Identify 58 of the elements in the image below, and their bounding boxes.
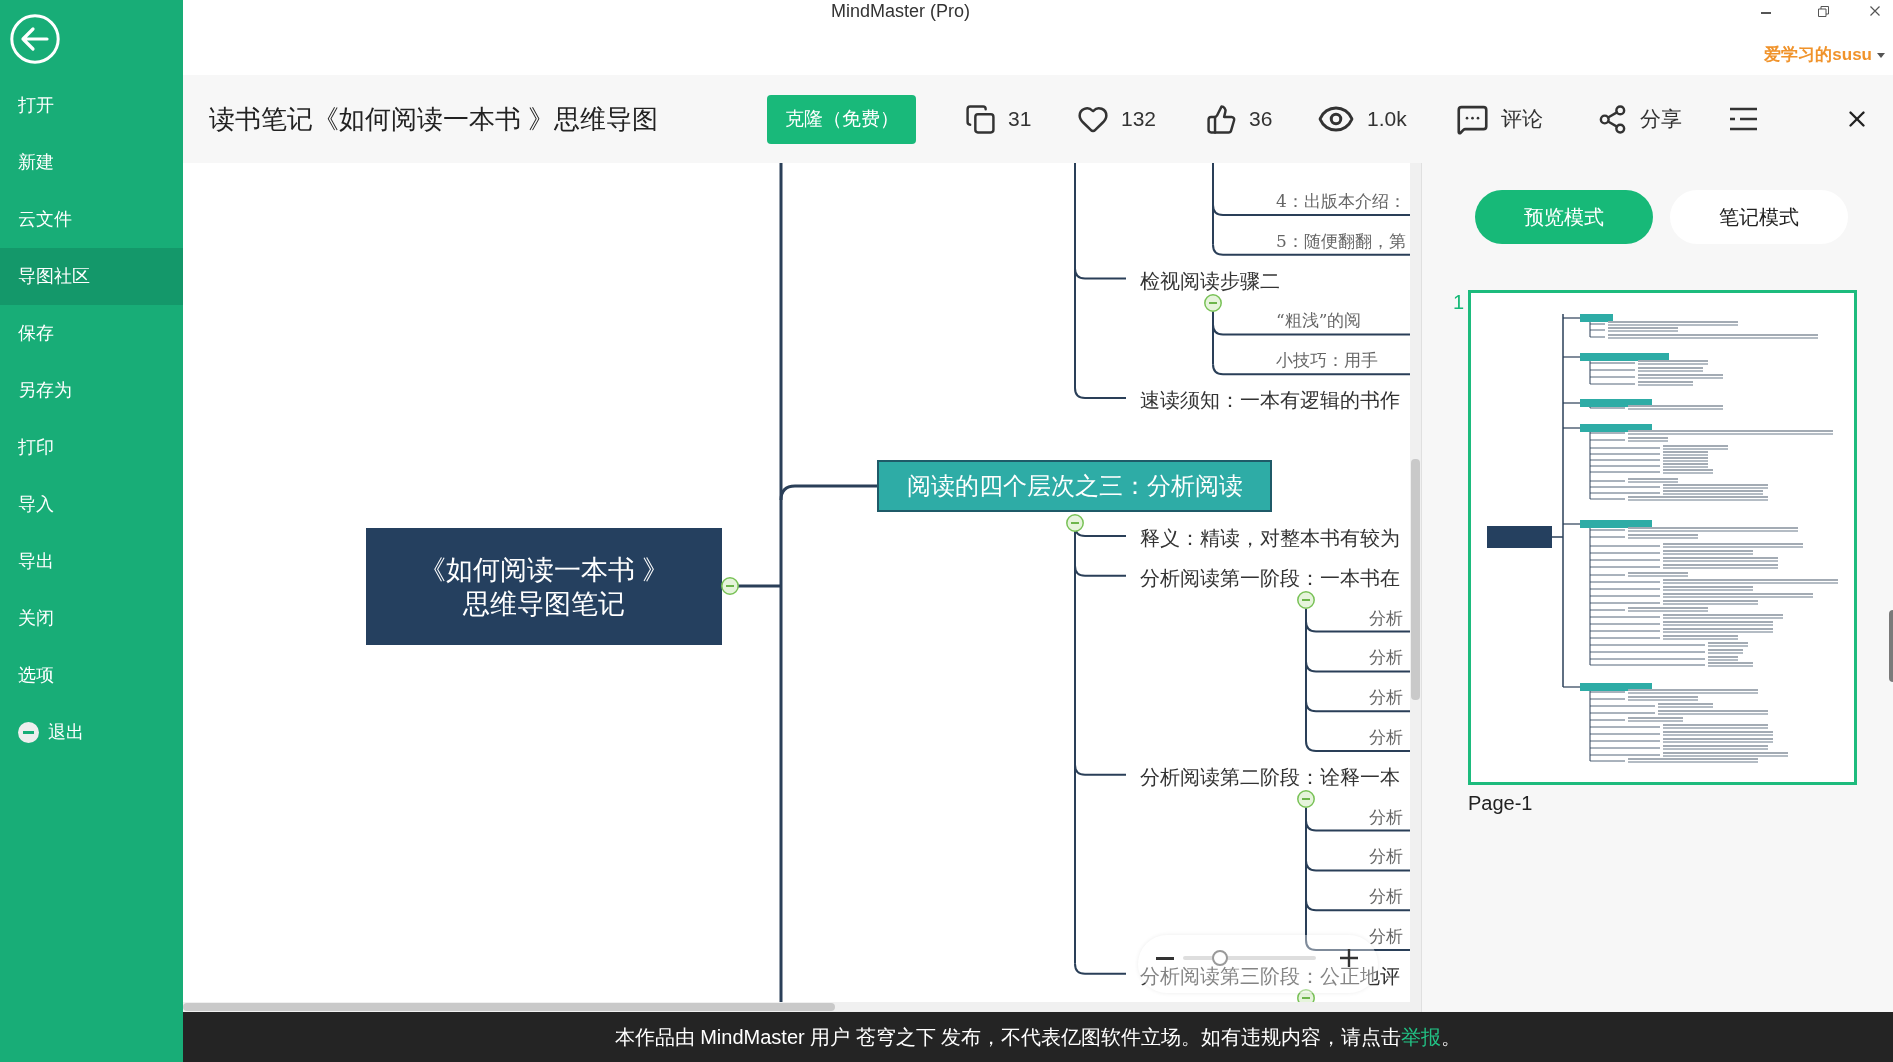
share-button[interactable]: 分享 <box>1597 103 1682 135</box>
scrollbar-thumb[interactable] <box>1889 610 1893 682</box>
leaf-text[interactable]: 5：随便翻翻，第 <box>1276 229 1406 252</box>
leaf-text[interactable]: 分析 <box>1369 686 1403 709</box>
minus-circle-icon <box>18 722 39 743</box>
zoom-slider[interactable] <box>1183 950 1316 966</box>
branch-text[interactable]: 释义：精读，对整本书有较为 <box>1140 526 1400 550</box>
leaf-text[interactable]: 分析 <box>1369 845 1403 868</box>
view-count-button[interactable]: 1.0k <box>1317 100 1407 138</box>
button-label: 36 <box>1249 106 1273 133</box>
sidebar-item[interactable]: 导图社区 <box>0 248 183 305</box>
root-node[interactable]: 《如何阅读一本书 》 思维导图笔记 <box>366 528 722 645</box>
leaf-text[interactable]: 分析 <box>1369 646 1403 669</box>
slider-thumb[interactable] <box>1212 950 1229 966</box>
button-label: 132 <box>1121 106 1157 133</box>
scrollbar-thumb[interactable] <box>1411 459 1420 700</box>
button-label: 1.0k <box>1367 106 1407 133</box>
document-title: 读书笔记《如何阅读一本书 》思维导图 <box>209 103 659 134</box>
thumbs-up-icon <box>1206 103 1237 135</box>
page-thumbnail[interactable] <box>1468 290 1857 785</box>
button-label: 评论 <box>1501 106 1543 133</box>
copy-icon <box>965 103 996 135</box>
leaf-text[interactable]: 4：出版本介绍： <box>1276 190 1406 212</box>
branch-text[interactable]: 速读须知：一本有逻辑的书作 <box>1140 388 1400 412</box>
leaf-text[interactable]: 分析 <box>1369 805 1403 828</box>
branch-text[interactable]: 分析阅读第一阶段：一本书在 <box>1140 565 1400 590</box>
window-title: MindMaster (Pro) <box>831 0 971 22</box>
zoom-in-icon[interactable] <box>1340 949 1358 967</box>
leaf-text[interactable]: 分析 <box>1369 925 1403 947</box>
branch-text[interactable]: 分析阅读第三阶段：公正地评 <box>1140 963 1400 988</box>
share-icon <box>1597 103 1628 135</box>
collapse-icon[interactable] <box>721 577 739 595</box>
favorite-count-button[interactable]: 132 <box>1077 103 1157 135</box>
leaf-text[interactable]: 分析 <box>1369 885 1403 908</box>
button-label: 分享 <box>1640 106 1682 133</box>
sidebar-item-label: 退出 <box>48 721 84 744</box>
leaf-text[interactable]: 小技巧：用手 <box>1276 349 1378 372</box>
mode-tab[interactable]: 笔记模式 <box>1670 190 1848 244</box>
close-icon[interactable] <box>1870 6 1880 16</box>
root-node-text: 思维导图笔记 <box>463 587 625 621</box>
report-link[interactable]: 举报 <box>1401 1026 1442 1048</box>
branch-text[interactable]: 分析阅读第二阶段：诠释一本 <box>1140 764 1400 789</box>
scrollbar-thumb[interactable] <box>183 1003 835 1011</box>
leaf-text[interactable]: “粗浅”的阅 <box>1276 309 1362 332</box>
page-number: 1 <box>1453 290 1466 314</box>
leaf-text[interactable]: 分析 <box>1369 726 1403 748</box>
menu-icon[interactable] <box>1729 107 1758 131</box>
comment-button[interactable]: 评论 <box>1456 102 1543 136</box>
button-label: 31 <box>1008 106 1032 133</box>
root-node-text: 《如何阅读一本书 》 <box>418 553 670 587</box>
notice-text: 本作品由 MindMaster 用户 苍穹之下 发布，不代表亿图软件立场。如有违规内容，请点击举报。 <box>614 1025 1462 1050</box>
branch-text[interactable]: 检视阅读步骤二 <box>1140 268 1280 293</box>
like-count-button[interactable]: 36 <box>1206 103 1273 135</box>
caret-icon[interactable] <box>1877 52 1885 58</box>
page-label: Page-1 <box>1468 791 1533 815</box>
copy-count-button[interactable]: 31 <box>965 103 1032 135</box>
restore-icon[interactable] <box>1818 5 1829 17</box>
leaf-text[interactable]: 分析 <box>1369 606 1403 629</box>
